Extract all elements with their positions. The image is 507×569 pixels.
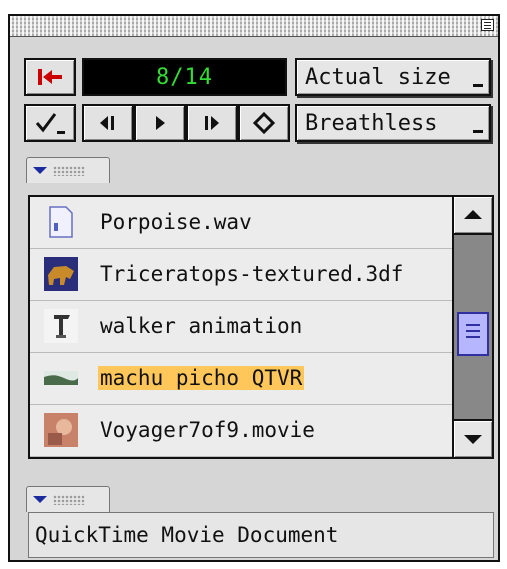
3d-model-thumbnail (44, 257, 78, 291)
qtvr-thumbnail (44, 371, 78, 385)
play-icon (156, 116, 165, 130)
file-name: Porpoise.wav (100, 210, 252, 234)
play-button[interactable] (134, 104, 186, 142)
step-forward-icon (205, 116, 219, 130)
list-item[interactable]: Porpoise.wav (30, 197, 452, 249)
file-name: machu picho QTVR (98, 366, 305, 390)
scroll-up-arrow-icon[interactable] (454, 197, 492, 235)
sound-file-icon (49, 206, 73, 238)
scroll-thumb[interactable] (457, 312, 489, 356)
checkmark-icon (35, 113, 65, 134)
info-disclosure-tab[interactable] (26, 486, 110, 512)
scroll-down-arrow-icon[interactable] (454, 419, 492, 457)
media-palette-window: 8/14 Actual size Breathless Porpoise.wav… (8, 14, 500, 562)
movie-thumbnail (44, 413, 78, 447)
vertical-scrollbar[interactable] (452, 197, 492, 457)
step-back-button[interactable] (82, 104, 134, 142)
effect-popup-label: Breathless (305, 110, 438, 136)
effect-popup[interactable]: Breathless (295, 104, 491, 142)
checkmark-menu-button[interactable] (24, 104, 76, 142)
disclosure-triangle-icon (33, 167, 47, 174)
file-name: Voyager7of9.movie (100, 418, 315, 442)
grip-icon (53, 495, 85, 505)
list-item[interactable]: Triceratops-textured.3df (30, 249, 452, 301)
size-popup-label: Actual size (305, 64, 451, 90)
list-item[interactable]: Voyager7of9.movie (30, 405, 452, 457)
document-kind-status: QuickTime Movie Document (28, 512, 494, 558)
diamond-button[interactable] (238, 104, 290, 142)
list-item[interactable]: walker animation (30, 301, 452, 353)
grip-icon (53, 166, 85, 176)
list-disclosure-tab[interactable] (26, 157, 110, 183)
popup-arrow-icon (473, 130, 483, 133)
list-item[interactable]: machu picho QTVR (30, 353, 452, 405)
size-popup[interactable]: Actual size (295, 58, 491, 96)
diamond-icon (252, 111, 276, 135)
disclosure-triangle-icon (33, 496, 47, 503)
file-list: Porpoise.wav Triceratops-textured.3df wa… (28, 195, 494, 459)
frame-counter: 8/14 (82, 58, 287, 96)
title-bar[interactable] (10, 16, 498, 37)
window-shade-icon[interactable] (481, 19, 494, 31)
go-to-start-icon (38, 69, 62, 85)
animation-thumbnail (44, 309, 78, 343)
step-back-icon (100, 116, 114, 130)
step-forward-button[interactable] (186, 104, 238, 142)
popup-arrow-icon (473, 84, 483, 87)
go-to-start-button[interactable] (24, 58, 76, 96)
file-name: Triceratops-textured.3df (100, 262, 404, 286)
file-name: walker animation (100, 314, 303, 338)
